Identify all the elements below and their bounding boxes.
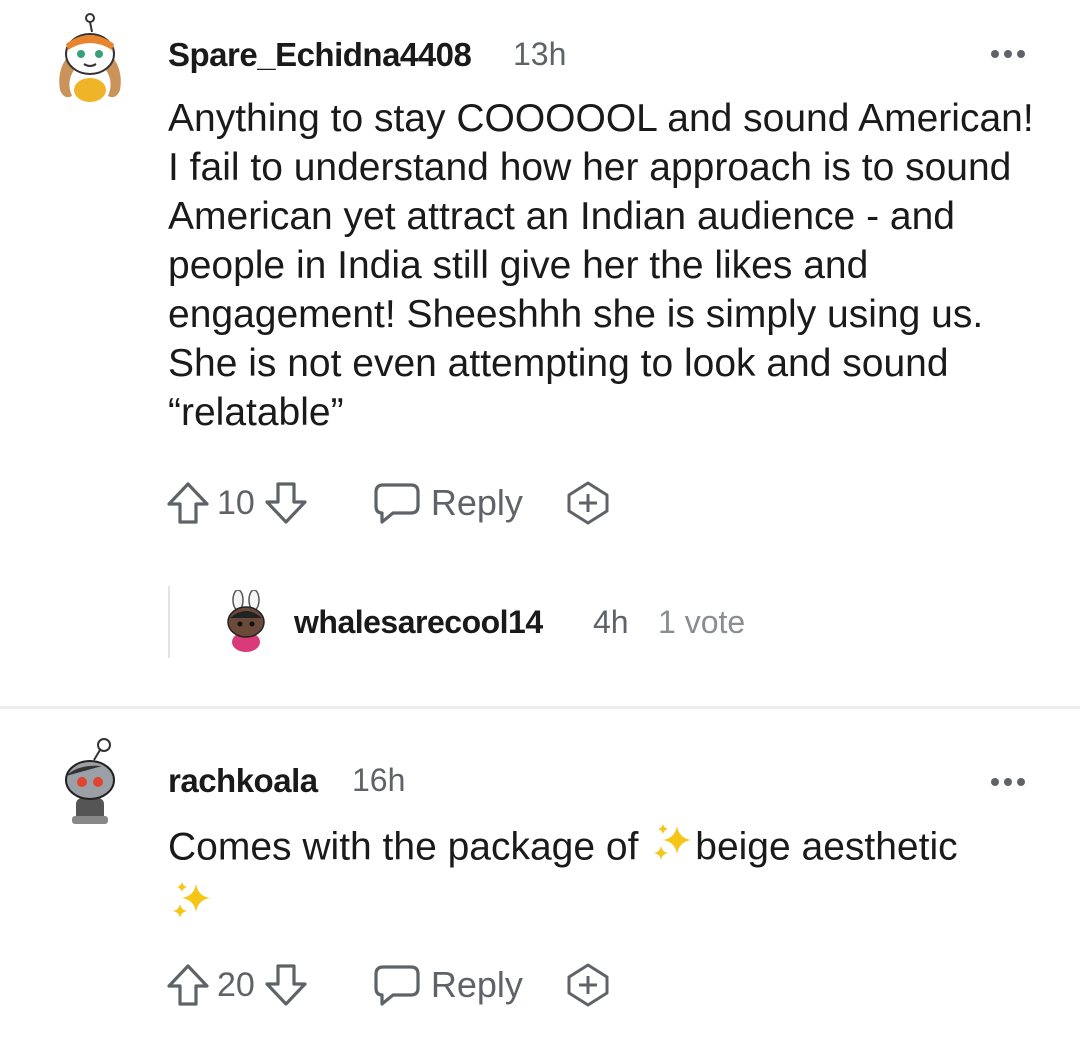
upvote-button[interactable] — [165, 962, 211, 1008]
dot-icon — [1017, 50, 1025, 58]
thread-line — [168, 586, 170, 658]
comment-body-text: Comes with the package of — [168, 825, 650, 869]
comment-timestamp: 16h — [352, 762, 406, 798]
upvote-button[interactable] — [165, 480, 211, 526]
chat-bubble-icon — [374, 483, 420, 524]
downvote-arrow-icon — [265, 964, 307, 1006]
award-button[interactable] — [565, 962, 611, 1008]
user-avatar[interactable] — [58, 736, 122, 837]
reply-timestamp: 4h — [593, 604, 629, 640]
comment-username[interactable]: Spare_Echidna4408 — [168, 36, 472, 74]
comment-body: Comes with the package of beige aestheti… — [168, 820, 1038, 936]
downvote-button[interactable] — [263, 480, 309, 526]
user-avatar[interactable] — [224, 589, 268, 661]
comment-actions: 20 Reply — [165, 960, 611, 1010]
comment-actions: 10 Reply — [165, 478, 611, 528]
reply-button[interactable]: Reply — [373, 481, 523, 525]
dot-icon — [991, 50, 999, 58]
vote-count: 20 — [217, 965, 255, 1004]
comment: rachkoala 16h Comes with the package of … — [0, 710, 1080, 1044]
comment: Spare_Echidna4408 13h Anything to stay C… — [0, 0, 1080, 700]
upvote-arrow-icon — [167, 964, 209, 1006]
comment-username[interactable]: rachkoala — [168, 762, 318, 800]
award-button[interactable] — [565, 480, 611, 526]
snoo-avatar-icon — [227, 589, 265, 652]
snoo-avatar-icon — [59, 13, 121, 102]
sparkles-emoji-icon — [168, 878, 214, 936]
dot-icon — [1017, 778, 1025, 786]
more-options-button[interactable] — [991, 778, 1025, 786]
more-options-button[interactable] — [991, 50, 1025, 58]
downvote-button[interactable] — [263, 962, 309, 1008]
reply-button[interactable]: Reply — [373, 963, 523, 1007]
dot-icon — [991, 778, 999, 786]
upvote-arrow-icon — [167, 482, 209, 524]
reply-username[interactable]: whalesarecool14 — [294, 604, 543, 641]
snoo-avatar-icon — [65, 738, 115, 824]
award-plus-icon — [567, 481, 609, 525]
reply-vote-count: 1 vote — [658, 604, 746, 640]
chat-bubble-icon — [374, 965, 420, 1006]
comment-body-text: beige aesthetic — [695, 825, 958, 869]
dot-icon — [1004, 778, 1012, 786]
reply-label: Reply — [430, 482, 523, 523]
vote-count: 10 — [217, 483, 255, 522]
dot-icon — [1004, 50, 1012, 58]
sparkles-emoji-icon — [649, 820, 695, 878]
reply-label: Reply — [430, 964, 523, 1005]
comment-divider — [0, 706, 1080, 709]
user-avatar[interactable] — [50, 12, 130, 109]
downvote-arrow-icon — [265, 482, 307, 524]
comment-body: Anything to stay COOOOOL and sound Ameri… — [168, 97, 1034, 434]
comment-timestamp: 13h — [513, 36, 567, 72]
award-plus-icon — [567, 963, 609, 1007]
